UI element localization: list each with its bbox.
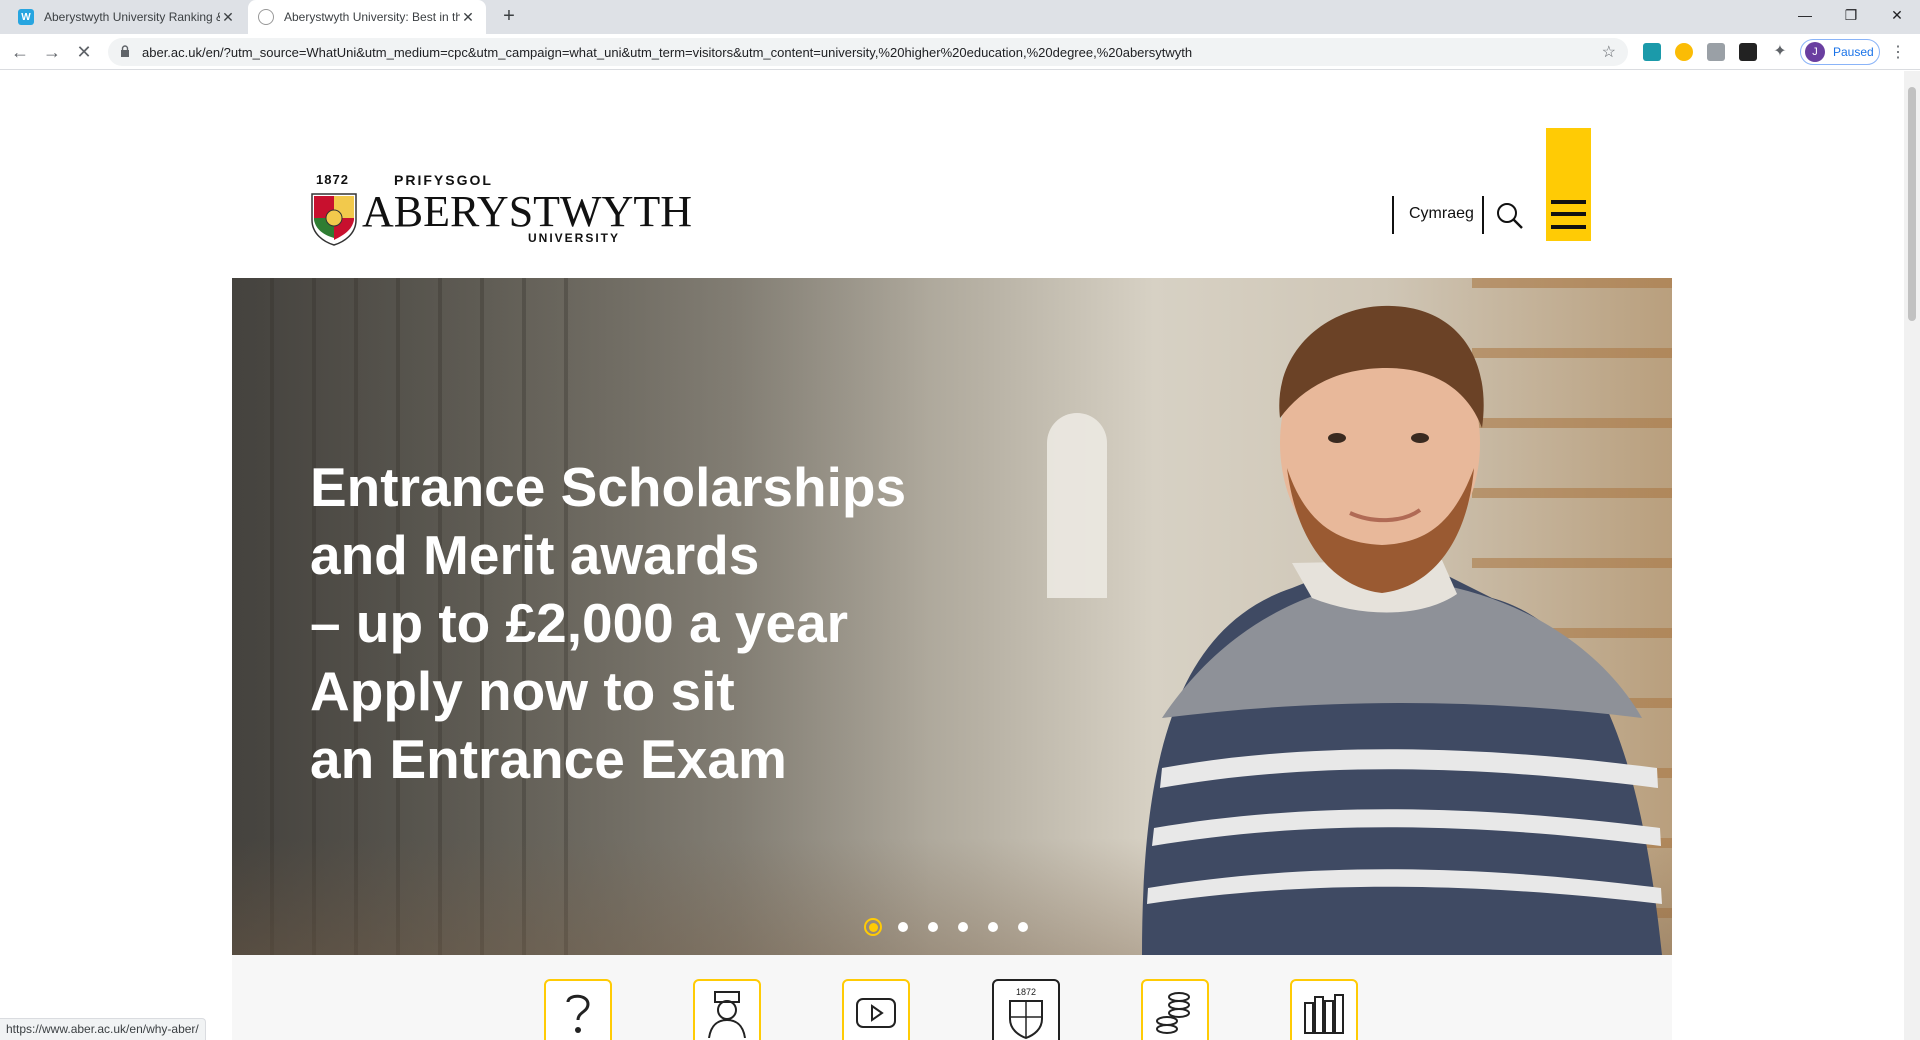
- carousel-dot-5[interactable]: [988, 922, 998, 932]
- crest-icon: [311, 193, 357, 246]
- whatuni-favicon-icon: W: [18, 9, 34, 25]
- hero-line: – up to £2,000 a year: [310, 592, 849, 654]
- carousel-pagination: [864, 918, 1048, 936]
- forward-icon[interactable]: →: [40, 40, 64, 64]
- close-tab-icon[interactable]: ✕: [460, 9, 476, 26]
- logo-year: 1872: [316, 172, 349, 187]
- carousel-dot-6[interactable]: [1018, 922, 1028, 932]
- language-link[interactable]: Cymraeg: [1409, 205, 1474, 223]
- profile-button[interactable]: J Paused: [1800, 39, 1880, 65]
- tab-title: Aberystwyth University: Best in th: [284, 10, 460, 24]
- browser-menu-icon[interactable]: ⋮: [1890, 42, 1906, 62]
- coins-icon[interactable]: [1141, 979, 1209, 1040]
- back-icon[interactable]: ←: [8, 40, 32, 64]
- university-crest-icon[interactable]: 1872: [992, 979, 1060, 1040]
- url-text: aber.ac.uk/en/?utm_source=WhatUni&utm_me…: [142, 45, 1193, 60]
- status-bar-url: https://www.aber.ac.uk/en/why-aber/: [0, 1018, 206, 1040]
- graduate-icon[interactable]: [693, 979, 761, 1040]
- header-divider: [1482, 196, 1484, 234]
- browser-toolbar: ← → ✕ aber.ac.uk/en/?utm_source=WhatUni&…: [0, 34, 1920, 70]
- quicklinks-strip: 1872: [232, 955, 1672, 1040]
- tab-title: Aberystwyth University Ranking &: [44, 10, 220, 24]
- hero-line: and Merit awards: [310, 524, 760, 586]
- svg-text:1872: 1872: [1016, 987, 1036, 997]
- restore-icon[interactable]: ❐: [1828, 0, 1874, 30]
- new-tab-button[interactable]: +: [498, 6, 520, 28]
- search-icon[interactable]: [1496, 202, 1524, 230]
- hero-line: Entrance Scholarships: [310, 456, 907, 518]
- carousel-dot-2[interactable]: [898, 922, 908, 932]
- tab-aber-home[interactable]: Aberystwyth University: Best in th ✕: [248, 0, 486, 34]
- avatar: J: [1805, 42, 1825, 62]
- extension-icon[interactable]: [1739, 43, 1757, 61]
- profile-status: Paused: [1833, 45, 1874, 59]
- site-header: 1872 PRIFYSGOL ABERYSTWYTH UNIVERSITY Cy…: [232, 128, 1672, 278]
- carousel-dot-3[interactable]: [928, 922, 938, 932]
- minimize-icon[interactable]: —: [1782, 0, 1828, 30]
- books-icon[interactable]: [1290, 979, 1358, 1040]
- university-logo[interactable]: 1872 PRIFYSGOL ABERYSTWYTH UNIVERSITY: [310, 172, 692, 246]
- extension-icon[interactable]: [1643, 43, 1661, 61]
- extensions-puzzle-icon[interactable]: ✦: [1771, 43, 1789, 61]
- hero-headline[interactable]: Entrance Scholarships and Merit awards –…: [310, 453, 1010, 793]
- video-play-icon[interactable]: [842, 979, 910, 1040]
- carousel-dot-4[interactable]: [958, 922, 968, 932]
- carousel-dot-1[interactable]: [864, 918, 882, 936]
- extension-icon[interactable]: [1707, 43, 1725, 61]
- header-divider: [1392, 196, 1394, 234]
- tab-ranking[interactable]: W Aberystwyth University Ranking & ✕: [8, 0, 246, 34]
- page-viewport: 1872 PRIFYSGOL ABERYSTWYTH UNIVERSITY Cy…: [0, 71, 1904, 1040]
- hero-line: an Entrance Exam: [310, 728, 787, 790]
- menu-bar: [1551, 212, 1586, 216]
- hero-carousel[interactable]: Entrance Scholarships and Merit awards –…: [232, 278, 1672, 955]
- menu-bar: [1551, 225, 1586, 229]
- logo-main-text: ABERYSTWYTH: [362, 187, 692, 236]
- stop-loading-icon[interactable]: ✕: [72, 40, 96, 64]
- tab-bar: W Aberystwyth University Ranking & ✕ Abe…: [0, 0, 1920, 34]
- student-photo: [1142, 305, 1662, 955]
- bookmark-star-icon[interactable]: ☆: [1602, 42, 1616, 62]
- extension-icon[interactable]: [1675, 43, 1693, 61]
- close-window-icon[interactable]: ✕: [1874, 0, 1920, 30]
- page-scrollbar[interactable]: [1904, 71, 1920, 1040]
- site-container: 1872 PRIFYSGOL ABERYSTWYTH UNIVERSITY Cy…: [232, 128, 1672, 1040]
- hamburger-menu-button[interactable]: [1546, 128, 1591, 241]
- hero-background-window: [1047, 413, 1107, 598]
- lock-icon: [121, 45, 129, 57]
- close-tab-icon[interactable]: ✕: [220, 9, 236, 26]
- menu-bar: [1551, 200, 1586, 204]
- hero-line: Apply now to sit: [310, 660, 735, 722]
- logo-bottom-text: UNIVERSITY: [528, 231, 621, 245]
- scrollbar-thumb[interactable]: [1908, 87, 1916, 321]
- aber-favicon-icon: [258, 9, 274, 25]
- question-icon[interactable]: [544, 979, 612, 1040]
- address-bar[interactable]: aber.ac.uk/en/?utm_source=WhatUni&utm_me…: [108, 38, 1628, 66]
